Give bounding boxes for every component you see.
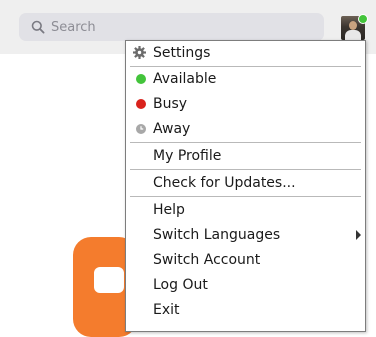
menu-divider: [130, 142, 361, 143]
busy-status-icon: [136, 99, 146, 109]
menu-label: Log Out: [153, 277, 208, 293]
menu-divider: [130, 169, 361, 170]
menu-label: Switch Account: [153, 252, 261, 268]
gear-icon: [133, 46, 146, 59]
away-clock-icon: [136, 124, 146, 134]
menu-label: Exit: [153, 302, 180, 318]
submenu-arrow-icon: [356, 230, 361, 240]
menu-label: Available: [153, 71, 217, 87]
search-icon: [31, 20, 45, 34]
menu-item-help[interactable]: Help: [126, 198, 365, 222]
profile-dropdown-menu: Settings Available Busy Away My Profile …: [125, 40, 366, 332]
menu-divider: [130, 196, 361, 197]
menu-item-away[interactable]: Away: [126, 117, 365, 141]
menu-item-log-out[interactable]: Log Out: [126, 273, 365, 297]
search-bar[interactable]: [19, 13, 324, 41]
avatar-photo: [345, 30, 361, 40]
presence-status-dot: [358, 14, 368, 24]
menu-item-settings[interactable]: Settings: [126, 41, 365, 65]
menu-item-available[interactable]: Available: [126, 67, 365, 91]
search-input[interactable]: [51, 19, 291, 35]
menu-label: Away: [153, 121, 191, 137]
menu-label: Help: [153, 202, 185, 218]
menu-item-exit[interactable]: Exit: [126, 298, 365, 322]
menu-item-check-for-updates[interactable]: Check for Updates...: [126, 171, 365, 195]
menu-item-busy[interactable]: Busy: [126, 92, 365, 116]
menu-label: My Profile: [153, 148, 222, 164]
menu-item-switch-languages[interactable]: Switch Languages: [126, 223, 365, 247]
menu-label: Settings: [153, 45, 211, 61]
menu-label: Check for Updates...: [153, 175, 296, 191]
menu-item-my-profile[interactable]: My Profile: [126, 144, 365, 168]
menu-label: Switch Languages: [153, 227, 281, 243]
avatar[interactable]: [341, 14, 368, 40]
menu-item-switch-account[interactable]: Switch Account: [126, 248, 365, 272]
menu-label: Busy: [153, 96, 188, 112]
available-status-icon: [136, 74, 146, 84]
